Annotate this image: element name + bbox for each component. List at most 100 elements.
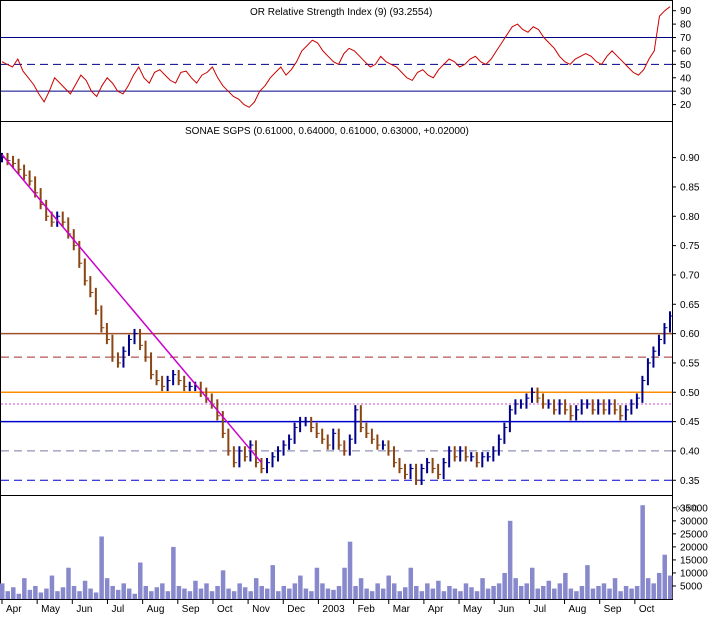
price-tick-label: 0.55: [680, 358, 700, 369]
volume-bar: [463, 583, 469, 599]
volume-bar: [193, 580, 198, 599]
volume-bar: [336, 585, 342, 599]
price-tick-label: 0.40: [680, 446, 700, 457]
price-title: SONAE SGPS (0.61000, 0.64000, 0.61000, 0…: [185, 126, 469, 137]
volume-tick-label: 15000: [680, 555, 708, 566]
volume-bar: [535, 588, 541, 599]
volume-bar: [93, 592, 99, 599]
volume-bar: [132, 593, 137, 599]
rsi-tick-label: 70: [680, 33, 692, 44]
volume-bar: [634, 585, 640, 599]
volume-tick-label: 25000: [680, 529, 708, 540]
volume-bar: [623, 585, 629, 599]
volume-bar: [143, 585, 149, 599]
volume-bar: [115, 589, 121, 599]
volume-tick-label: 5000: [680, 581, 703, 592]
x-tick-label: Oct: [217, 604, 233, 615]
rsi-tick-label: 20: [680, 100, 692, 111]
volume-bar: [662, 554, 667, 599]
volume-bar: [259, 585, 264, 599]
volume-unit-label: (x 1000): [676, 506, 698, 512]
price-tick-label: 0.90: [680, 153, 700, 164]
volume-bar: [364, 588, 369, 599]
volume-bar: [314, 567, 320, 599]
volume-bar: [403, 587, 408, 599]
volume-bar: [292, 583, 298, 599]
volume-bar: [474, 591, 480, 599]
volume-bar: [507, 520, 513, 599]
price-tick-label: 0.45: [680, 417, 700, 428]
price-tick-label: 0.35: [680, 476, 700, 487]
volume-bar: [303, 588, 309, 599]
volume-bar: [574, 591, 579, 599]
volume-bar: [419, 591, 425, 599]
x-tick-label: Apr: [6, 604, 22, 615]
volume-bar: [176, 585, 182, 599]
volume-bar: [237, 583, 242, 599]
volume-bar: [347, 541, 353, 599]
volume-bar: [452, 588, 458, 599]
volume-bar: [160, 583, 165, 599]
volume-bar: [182, 588, 187, 599]
volume-bar: [104, 578, 110, 599]
x-tick-label: Aug: [147, 604, 165, 615]
volume-bar: [49, 575, 55, 599]
volume-bar: [668, 575, 673, 599]
price-tick-label: 0.85: [680, 182, 700, 193]
volume-bar: [656, 572, 662, 599]
volume-bar: [298, 575, 303, 599]
price-tick-label: 0.65: [680, 300, 700, 311]
x-tick-label: Jul: [111, 604, 124, 615]
volume-bar: [204, 583, 209, 599]
chart-root: OR Relative Strength Index (9) (93.2554)…: [0, 0, 724, 615]
volume-bar: [270, 565, 276, 599]
volume-bar: [149, 591, 154, 599]
volume-bar: [27, 589, 33, 599]
x-tick-label: Jul: [533, 604, 546, 615]
price-tick-label: 0.80: [680, 212, 700, 223]
volume-bar: [612, 578, 618, 599]
volume-bar: [618, 591, 623, 599]
volume-bar: [231, 591, 237, 599]
rsi-title: OR Relative Strength Index (9) (93.2554): [250, 7, 432, 18]
volume-bar: [248, 591, 253, 599]
volume-bar: [276, 591, 281, 599]
volume-bar: [287, 588, 292, 599]
x-tick-label: Sep: [604, 604, 622, 615]
volume-bar: [209, 591, 215, 599]
volume-bar: [44, 588, 49, 599]
volume-bar: [386, 575, 391, 599]
volume-bar: [309, 591, 314, 599]
volume-bar: [425, 583, 430, 599]
volume-bar: [485, 588, 491, 599]
volume-bar: [187, 591, 193, 599]
volume-bar: [436, 580, 441, 599]
x-tick-label: Nov: [252, 604, 270, 615]
volume-bar: [138, 562, 143, 599]
x-tick-label: Sep: [182, 604, 200, 615]
volume-bar: [491, 585, 496, 599]
volume-bar: [645, 578, 651, 599]
volume-bar: [518, 585, 524, 599]
volume-bar: [342, 567, 347, 599]
volume-bar: [640, 505, 645, 599]
volume-bar: [353, 585, 358, 599]
volume-bar: [66, 567, 71, 599]
x-tick-label: Mar: [393, 604, 411, 615]
volume-bar: [557, 583, 563, 599]
volume-bar: [585, 565, 590, 599]
volume-bar: [391, 583, 397, 599]
volume-bar: [220, 570, 226, 599]
x-tick-label: Dec: [287, 604, 305, 615]
rsi-tick-label: 30: [680, 87, 692, 98]
volume-bar: [546, 580, 552, 599]
volume-bar: [71, 585, 77, 599]
rsi-tick-label: 40: [680, 73, 692, 84]
volume-tick-label: 10000: [680, 568, 708, 579]
volume-bar: [38, 592, 44, 599]
volume-bar: [552, 588, 557, 599]
volume-bar: [369, 591, 375, 599]
volume-tick-label: 20000: [680, 542, 708, 553]
volume-bar: [253, 578, 259, 599]
volume-bar: [380, 588, 386, 599]
